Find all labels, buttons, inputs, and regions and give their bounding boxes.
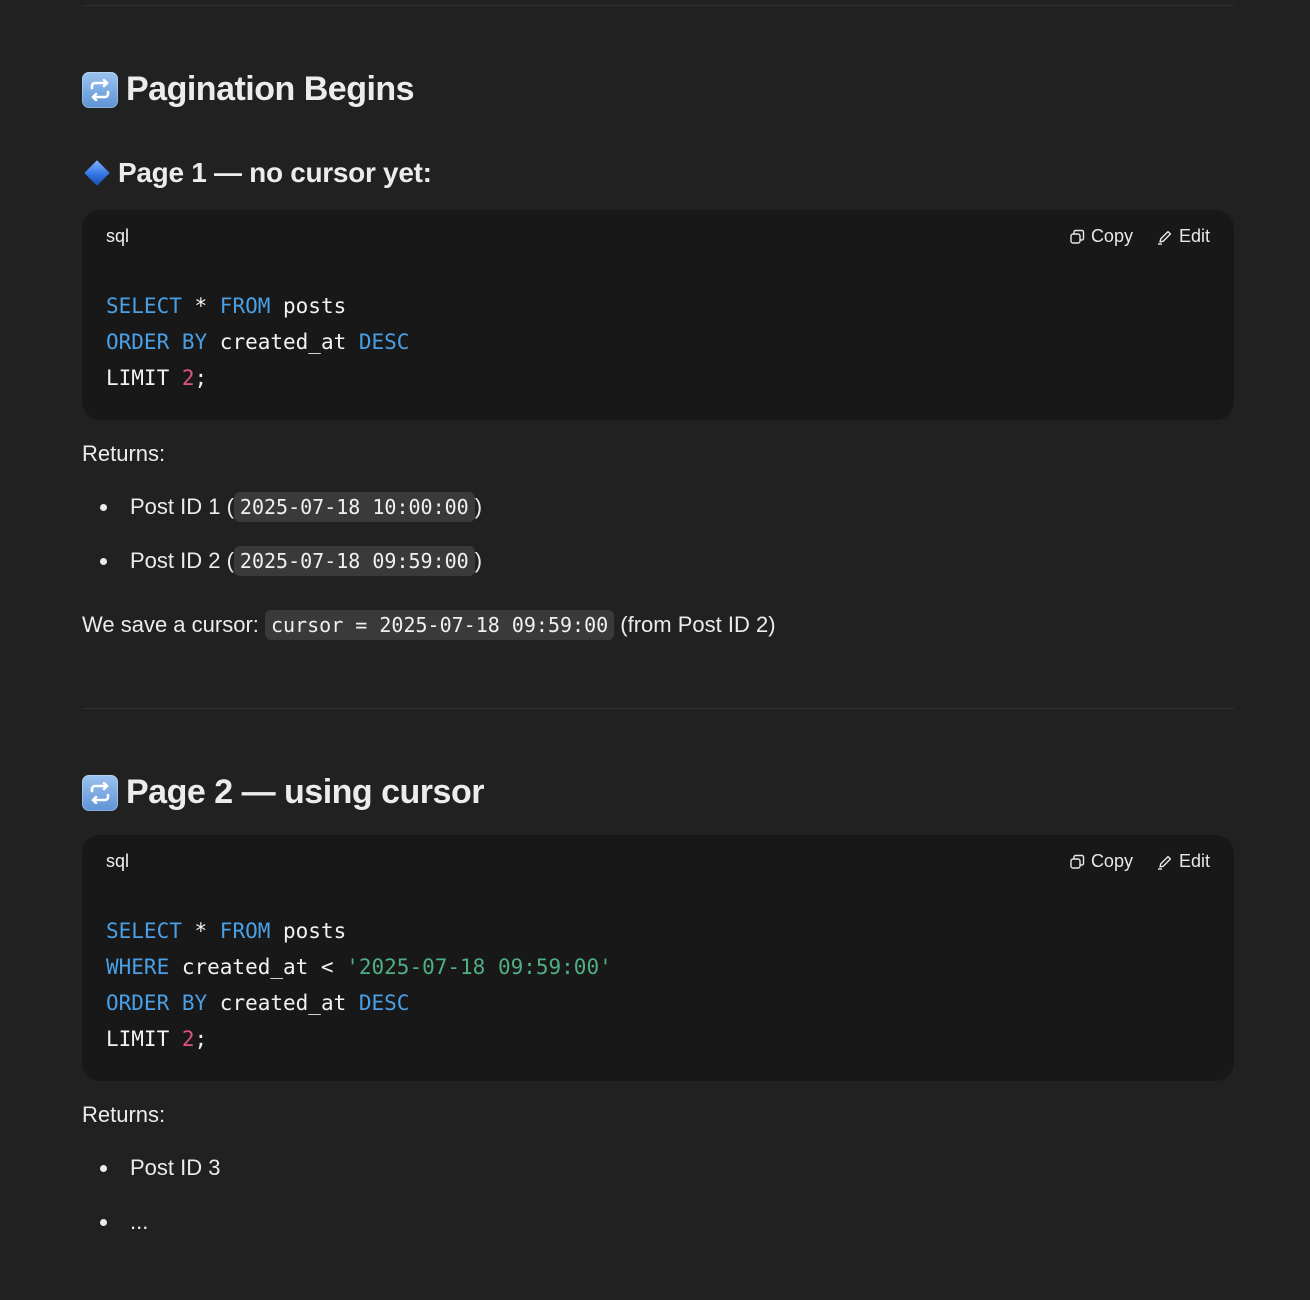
edit-icon bbox=[1157, 855, 1172, 870]
list-item: Post ID 3 bbox=[82, 1155, 220, 1181]
code-line: ORDER BY created_at DESC bbox=[106, 991, 410, 1015]
heading-text: Page 2 — using cursor bbox=[126, 773, 484, 811]
code-block-1: sql Copy Edit SELECT * FROM posts ORDER B… bbox=[82, 210, 1234, 420]
code-language-label: sql bbox=[106, 226, 130, 246]
copy-icon bbox=[1070, 229, 1085, 244]
bullet bbox=[100, 1218, 107, 1226]
code-line: LIMIT 2; bbox=[106, 366, 208, 390]
copy-label: Copy bbox=[1090, 226, 1133, 246]
divider bbox=[82, 5, 1234, 6]
blue-diamond-icon bbox=[84, 160, 110, 186]
divider bbox=[82, 708, 1234, 709]
edit-label: Edit bbox=[1178, 226, 1210, 246]
list-item: Post ID 2 (2025-07-18 09:59:00) bbox=[82, 546, 482, 576]
heading-page-2: Page 2 — using cursor bbox=[82, 773, 484, 812]
heading-text: Pagination Begins bbox=[126, 70, 415, 108]
code-language-label: sql bbox=[106, 851, 130, 871]
inline-code-cursor: cursor = 2025-07-18 09:59:00 bbox=[265, 610, 615, 640]
copy-button[interactable]: Copy bbox=[1069, 226, 1133, 247]
edit-button[interactable]: Edit bbox=[1157, 851, 1210, 872]
inline-code: 2025-07-18 09:59:00 bbox=[233, 546, 475, 576]
code-line: SELECT * FROM posts bbox=[106, 294, 347, 318]
bullet bbox=[100, 1164, 107, 1172]
copy-icon bbox=[1070, 854, 1085, 869]
cursor-paragraph: We save a cursor: cursor = 2025-07-18 09… bbox=[82, 610, 776, 640]
code-line: LIMIT 2; bbox=[106, 1027, 208, 1051]
code-line: SELECT * FROM posts bbox=[106, 919, 347, 943]
copy-button[interactable]: Copy bbox=[1069, 851, 1133, 872]
repeat-emoji-icon bbox=[82, 774, 118, 811]
list-item: ... bbox=[82, 1209, 148, 1235]
code-content: SELECT * FROM posts ORDER BY created_at D… bbox=[106, 288, 409, 396]
code-line: WHERE created_at < '2025-07-18 09:59:00' bbox=[106, 955, 612, 979]
bullet bbox=[100, 557, 107, 565]
subheading-text: Page 1 — no cursor yet: bbox=[118, 157, 432, 188]
heading-pagination-begins: Pagination Begins bbox=[82, 70, 415, 109]
copy-label: Copy bbox=[1090, 851, 1133, 871]
inline-code: 2025-07-18 10:00:00 bbox=[233, 492, 475, 522]
edit-button[interactable]: Edit bbox=[1157, 226, 1210, 247]
code-content: SELECT * FROM posts WHERE created_at < '2… bbox=[106, 913, 612, 1057]
bullet bbox=[100, 503, 107, 511]
code-block-2: sql Copy Edit SELECT * FROM posts WHERE c… bbox=[82, 835, 1234, 1081]
code-line: ORDER BY created_at DESC bbox=[106, 330, 410, 354]
returns-label: Returns: bbox=[82, 441, 166, 466]
subheading-page-1: Page 1 — no cursor yet: bbox=[82, 157, 432, 189]
edit-icon bbox=[1157, 230, 1172, 245]
returns-label: Returns: bbox=[82, 1102, 166, 1127]
edit-label: Edit bbox=[1178, 851, 1210, 871]
repeat-emoji-icon bbox=[82, 71, 118, 108]
list-item: Post ID 1 (2025-07-18 10:00:00) bbox=[82, 492, 482, 522]
